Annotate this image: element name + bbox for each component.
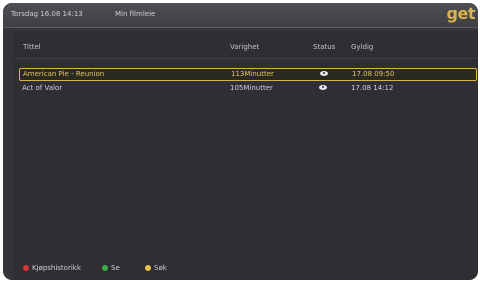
rental-list-panel: Tittel Varighet Status Gyldig American P… <box>13 31 478 280</box>
watch-button[interactable]: Se <box>102 264 120 272</box>
column-header-title: Tittel <box>23 43 41 51</box>
green-button-icon <box>102 265 108 271</box>
row-duration: 113Minutter <box>231 70 274 78</box>
status-cell <box>320 69 328 77</box>
watch-label: Se <box>111 264 120 272</box>
header-divider <box>13 58 478 59</box>
search-button[interactable]: Søk <box>145 264 167 272</box>
get-logo: get <box>446 4 476 23</box>
row-title: American Pie - Reunion <box>23 70 105 78</box>
row-duration: 105Minutter <box>230 84 273 92</box>
eye-icon <box>319 85 327 90</box>
search-label: Søk <box>154 264 167 272</box>
row-valid: 17.08 14:12 <box>351 84 394 92</box>
status-cell <box>319 83 327 91</box>
column-header-duration: Varighet <box>230 43 260 51</box>
eye-icon <box>320 71 328 76</box>
red-button-icon <box>23 265 29 271</box>
column-header-valid: Gyldig <box>351 43 374 51</box>
column-header-status: Status <box>313 43 336 51</box>
row-valid: 17.08 09:50 <box>352 70 395 78</box>
footer-bar: Kjøpshistorikk Se Søk <box>13 258 478 280</box>
date-time: Torsdag 16.08 14:13 <box>11 10 83 18</box>
row-title: Act of Valor <box>22 84 63 92</box>
purchase-history-label: Kjøpshistorikk <box>32 264 81 272</box>
yellow-button-icon <box>145 265 151 271</box>
top-bar: Torsdag 16.08 14:13 Min filmleie get <box>3 3 478 28</box>
table-row[interactable]: American Pie - Reunion 113Minutter 17.08… <box>19 68 477 81</box>
page-title: Min filmleie <box>115 10 156 18</box>
table-row[interactable]: Act of Valor 105Minutter 17.08 14:12 <box>19 83 475 94</box>
purchase-history-button[interactable]: Kjøpshistorikk <box>23 264 81 272</box>
tv-screen: Torsdag 16.08 14:13 Min filmleie get Tit… <box>3 3 478 280</box>
